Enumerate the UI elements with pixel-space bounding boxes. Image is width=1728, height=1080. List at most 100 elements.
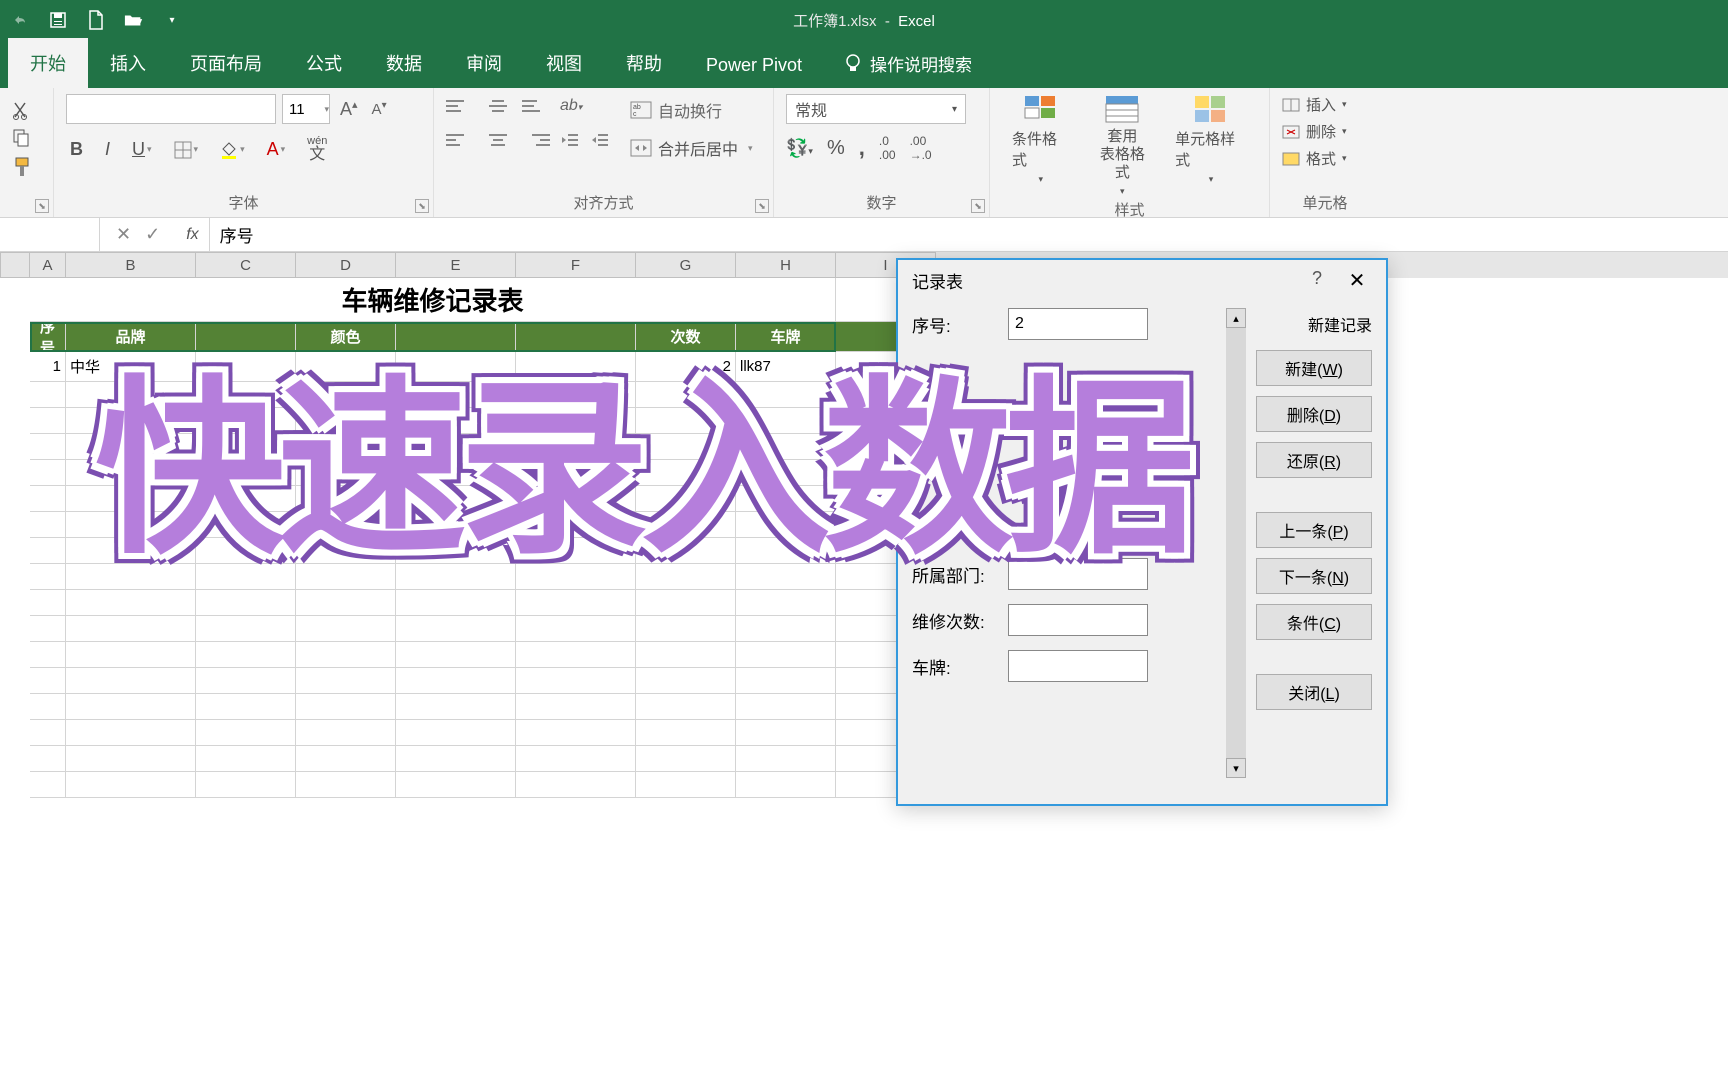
empty-cell[interactable] <box>736 720 836 746</box>
empty-cell[interactable] <box>30 616 66 642</box>
empty-cell[interactable] <box>516 616 636 642</box>
empty-cell[interactable] <box>736 642 836 668</box>
empty-cell[interactable] <box>30 434 66 460</box>
empty-cell[interactable] <box>736 512 836 538</box>
empty-cell[interactable] <box>196 746 296 772</box>
empty-cell[interactable] <box>736 486 836 512</box>
empty-cell[interactable] <box>296 382 396 408</box>
qat-customize-icon[interactable]: ▾ <box>162 10 182 30</box>
increase-indent-icon[interactable] <box>590 132 610 148</box>
empty-cell[interactable] <box>636 408 736 434</box>
empty-cell[interactable] <box>66 772 196 798</box>
align-left-icon[interactable] <box>446 128 474 152</box>
empty-cell[interactable] <box>636 538 736 564</box>
empty-cell[interactable] <box>396 382 516 408</box>
decrease-decimal-icon[interactable]: .00→.0 <box>910 134 932 162</box>
empty-cell[interactable] <box>296 538 396 564</box>
empty-cell[interactable] <box>296 460 396 486</box>
empty-cell[interactable] <box>196 382 296 408</box>
close-button[interactable]: 关闭(L) <box>1256 674 1372 710</box>
tab-formulas[interactable]: 公式 <box>284 38 364 88</box>
empty-cell[interactable] <box>736 564 836 590</box>
col-header-A[interactable]: A <box>30 252 66 278</box>
dialog-close-icon[interactable]: ✕ <box>1342 268 1372 293</box>
empty-cell[interactable] <box>636 668 736 694</box>
empty-cell[interactable] <box>736 694 836 720</box>
save-icon[interactable] <box>48 10 68 30</box>
empty-cell[interactable] <box>396 408 516 434</box>
tab-home[interactable]: 开始 <box>8 38 88 88</box>
empty-cell[interactable] <box>516 382 636 408</box>
field-repair-input[interactable] <box>1008 604 1148 636</box>
empty-cell[interactable] <box>516 564 636 590</box>
empty-cell[interactable] <box>296 564 396 590</box>
empty-cell[interactable] <box>196 486 296 512</box>
empty-cell[interactable] <box>516 694 636 720</box>
empty-cell[interactable] <box>736 434 836 460</box>
scroll-down-icon[interactable]: ▾ <box>1226 758 1246 778</box>
align-center-icon[interactable] <box>484 128 512 152</box>
empty-cell[interactable] <box>66 746 196 772</box>
empty-cell[interactable] <box>516 460 636 486</box>
empty-cell[interactable] <box>66 538 196 564</box>
number-launcher-icon[interactable]: ⬊ <box>971 199 985 213</box>
borders-button[interactable]: ▾ <box>170 139 203 161</box>
empty-cell[interactable] <box>736 590 836 616</box>
empty-cell[interactable] <box>30 460 66 486</box>
enter-formula-icon[interactable]: ✓ <box>145 224 160 245</box>
empty-cell[interactable] <box>516 772 636 798</box>
empty-cell[interactable] <box>396 746 516 772</box>
empty-cell[interactable] <box>396 486 516 512</box>
empty-cell[interactable] <box>196 590 296 616</box>
col-header-B[interactable]: B <box>66 252 196 278</box>
align-bottom-icon[interactable] <box>522 94 550 118</box>
empty-cell[interactable] <box>66 512 196 538</box>
empty-cell[interactable] <box>66 720 196 746</box>
field-plate-input[interactable] <box>1008 650 1148 682</box>
cancel-formula-icon[interactable]: ✕ <box>116 224 131 245</box>
data-cell[interactable] <box>196 352 296 382</box>
empty-cell[interactable] <box>296 642 396 668</box>
align-right-icon[interactable] <box>522 128 550 152</box>
empty-cell[interactable] <box>196 616 296 642</box>
empty-cell[interactable] <box>636 720 736 746</box>
empty-cell[interactable] <box>196 538 296 564</box>
empty-cell[interactable] <box>516 434 636 460</box>
undo-icon[interactable] <box>10 10 30 30</box>
empty-cell[interactable] <box>516 668 636 694</box>
prev-record-button[interactable]: 上一条(P) <box>1256 512 1372 548</box>
empty-cell[interactable] <box>396 590 516 616</box>
empty-cell[interactable] <box>636 694 736 720</box>
empty-cell[interactable] <box>296 772 396 798</box>
font-name-dropdown[interactable] <box>66 94 276 124</box>
col-header-C[interactable]: C <box>196 252 296 278</box>
data-cell[interactable]: 2 <box>636 352 736 382</box>
tab-view[interactable]: 视图 <box>524 38 604 88</box>
data-cell[interactable]: 中华 <box>66 352 196 382</box>
conditional-format-button[interactable]: 条件格式▾ <box>1002 94 1080 197</box>
empty-cell[interactable] <box>396 694 516 720</box>
percent-icon[interactable]: % <box>827 137 845 160</box>
dialog-help-icon[interactable]: ? <box>1312 268 1322 293</box>
empty-cell[interactable] <box>516 486 636 512</box>
font-launcher-icon[interactable]: ⬊ <box>415 199 429 213</box>
empty-cell[interactable] <box>30 408 66 434</box>
tab-data[interactable]: 数据 <box>364 38 444 88</box>
empty-cell[interactable] <box>736 382 836 408</box>
tab-help[interactable]: 帮助 <box>604 38 684 88</box>
fx-icon[interactable]: fx <box>176 218 209 251</box>
empty-cell[interactable] <box>516 720 636 746</box>
font-color-button[interactable]: A▾ <box>263 137 290 162</box>
empty-cell[interactable] <box>296 434 396 460</box>
empty-cell[interactable] <box>396 772 516 798</box>
tab-power-pivot[interactable]: Power Pivot <box>684 43 824 88</box>
empty-cell[interactable] <box>66 460 196 486</box>
empty-cell[interactable] <box>30 486 66 512</box>
decrease-indent-icon[interactable] <box>560 132 580 148</box>
cell-styles-button[interactable]: 单元格样式▾ <box>1165 94 1257 197</box>
empty-cell[interactable] <box>396 616 516 642</box>
empty-cell[interactable] <box>196 720 296 746</box>
delete-record-button[interactable]: 删除(D) <box>1256 396 1372 432</box>
align-top-icon[interactable] <box>446 94 474 118</box>
next-record-button[interactable]: 下一条(N) <box>1256 558 1372 594</box>
